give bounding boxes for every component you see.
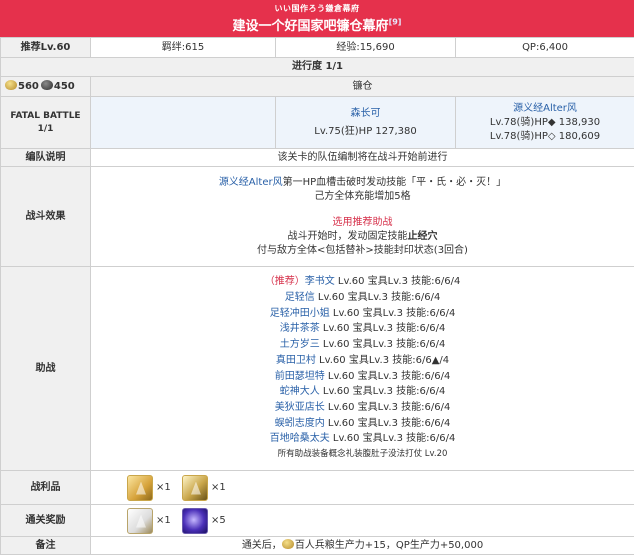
enemy-2-name[interactable]: 源义经Alter风 bbox=[456, 102, 634, 116]
support-servant-link[interactable]: 蛇神大人 bbox=[280, 386, 320, 397]
clear-items: ×1 ×5 bbox=[91, 505, 634, 537]
loot-row: 战利品 ×1 ×1 bbox=[1, 471, 634, 505]
note-text-a: 通关后， bbox=[242, 540, 282, 551]
support-item: （推荐）李书文 Lv.60 宝具Lv.3 技能:6/6/4 bbox=[91, 274, 634, 290]
formation-label: 编队说明 bbox=[1, 149, 91, 167]
fatal-row: FATAL BATTLE 1/1 森长可 Lv.75(狂)HP 127,380 … bbox=[1, 97, 634, 149]
support-servant-link[interactable]: 百地哈桑太夫 bbox=[270, 433, 330, 444]
ap-gold-value: 560 bbox=[18, 81, 39, 92]
support-item: 足轻冲田小姐 Lv.60 宝具Lv.3 技能:6/6/4 bbox=[91, 306, 634, 322]
support-servant-link[interactable]: 足轻信 bbox=[285, 292, 315, 303]
bond-value: 羁绊:615 bbox=[91, 38, 276, 58]
support-item: 蜈蚓志度内 Lv.60 宝具Lv.3 技能:6/6/4 bbox=[91, 416, 634, 432]
stats-row: 推荐Lv.60 羁绊:615 经验:15,690 QP:6,400 bbox=[1, 38, 634, 58]
effect-line-4-text: 战斗开始时，发动固定技能 bbox=[288, 231, 408, 242]
effect-line-2: 己方全体充能增加5格 bbox=[91, 190, 634, 204]
quest-subtitle: いい国作ろう鎌倉幕府 bbox=[0, 0, 634, 14]
loot-label: 战利品 bbox=[1, 471, 91, 505]
exp-value: 经验:15,690 bbox=[276, 38, 456, 58]
gold-pyramid-icon[interactable] bbox=[182, 475, 208, 501]
gold-gem-icon[interactable] bbox=[127, 475, 153, 501]
provision-icon bbox=[282, 539, 294, 549]
fatal-label-line1: FATAL BATTLE bbox=[1, 110, 90, 123]
clear-item-2-count: ×5 bbox=[211, 514, 226, 528]
support-servant-link[interactable]: 美狄亚店长 bbox=[275, 402, 325, 413]
effect-skill-name: 止经穴 bbox=[408, 231, 438, 242]
enemy-1-stats: Lv.75(狂)HP 127,380 bbox=[276, 125, 455, 139]
clear-row: 通关奖励 ×1 ×5 bbox=[1, 505, 634, 537]
gold-coin-icon bbox=[5, 80, 17, 90]
purple-orb-icon[interactable] bbox=[182, 508, 208, 534]
location: 镰仓 bbox=[91, 77, 634, 97]
formation-row: 编队说明 该关卡的队伍编制将在战斗开始前进行 bbox=[1, 149, 634, 167]
support-item: 前田瑟坦特 Lv.60 宝具Lv.3 技能:6/6/4 bbox=[91, 369, 634, 385]
quest-table: 推荐Lv.60 羁绊:615 经验:15,690 QP:6,400 进行度 1/… bbox=[0, 37, 634, 555]
support-item: 足轻信 Lv.60 宝具Lv.3 技能:6/6/4 bbox=[91, 290, 634, 306]
enemy-2-hp1: Lv.78(骑)HP◆ 138,930 bbox=[456, 116, 634, 130]
quest-header: いい国作ろう鎌倉幕府 建设一个好国家吧镰仓幕府[9] bbox=[0, 0, 634, 37]
effect-line-1-text: 第一HP血槽击破时发动技能「平・氏・必・灭！」 bbox=[283, 177, 507, 188]
enemy-1: 森长可 Lv.75(狂)HP 127,380 bbox=[276, 97, 456, 149]
support-servant-link[interactable]: 前田瑟坦特 bbox=[275, 371, 325, 382]
fatal-empty-cell bbox=[91, 97, 276, 149]
effect-line-3: 选用推荐助战 bbox=[91, 216, 634, 230]
clear-label: 通关奖励 bbox=[1, 505, 91, 537]
effect-line-5: 付与敌方全体<包括替补>技能封印状态(3回合) bbox=[91, 244, 634, 258]
progress-text: 进行度 1/1 bbox=[1, 58, 634, 77]
effect-line-4: 战斗开始时，发动固定技能止经穴 bbox=[91, 230, 634, 244]
support-item: 美狄亚店长 Lv.60 宝具Lv.3 技能:6/6/4 bbox=[91, 400, 634, 416]
qp-value: QP:6,400 bbox=[456, 38, 634, 58]
support-servant-link[interactable]: 李书文 bbox=[305, 276, 335, 287]
support-item: 土方岁三 Lv.60 宝具Lv.3 技能:6/6/4 bbox=[91, 337, 634, 353]
support-servant-link[interactable]: 足轻冲田小姐 bbox=[270, 308, 330, 319]
support-item: 浅井茶茶 Lv.60 宝具Lv.3 技能:6/6/4 bbox=[91, 321, 634, 337]
support-servant-link[interactable]: 真田卫村 bbox=[276, 355, 316, 366]
support-servant-link[interactable]: 土方岁三 bbox=[280, 339, 320, 350]
support-row: 助战 （推荐）李书文 Lv.60 宝具Lv.3 技能:6/6/4 足轻信 Lv.… bbox=[1, 267, 634, 471]
ap-cost: 560 450 bbox=[1, 77, 91, 97]
clear-item-1-count: ×1 bbox=[156, 514, 171, 528]
effect-line-1: 源义经Alter风第一HP血槽击破时发动技能「平・氏・必・灭！」 bbox=[91, 176, 634, 190]
recommend-level: 推荐Lv.60 bbox=[1, 38, 91, 58]
white-relic-icon[interactable] bbox=[127, 508, 153, 534]
formation-text: 该关卡的队伍编制将在战斗开始前进行 bbox=[91, 149, 634, 167]
loot-item-2-count: ×1 bbox=[211, 481, 226, 495]
enemy-2-hp2: Lv.78(骑)HP◇ 180,609 bbox=[456, 130, 634, 144]
support-item: 百地哈桑太夫 Lv.60 宝具Lv.3 技能:6/6/4 bbox=[91, 431, 634, 447]
loot-items: ×1 ×1 bbox=[91, 471, 634, 505]
progress-row: 进行度 1/1 bbox=[1, 58, 634, 77]
support-item: 蛇神大人 Lv.60 宝具Lv.3 技能:6/6/4 bbox=[91, 384, 634, 400]
dark-coin-icon bbox=[41, 80, 53, 90]
support-servant-link[interactable]: 浅井茶茶 bbox=[280, 323, 320, 334]
enemy-1-name[interactable]: 森长可 bbox=[276, 107, 455, 121]
effect-content: 源义经Alter风第一HP血槽击破时发动技能「平・氏・必・灭！」 己方全体充能增… bbox=[91, 167, 634, 267]
support-label: 助战 bbox=[1, 267, 91, 471]
effect-enemy-link[interactable]: 源义经Alter风 bbox=[219, 177, 283, 188]
wave-row: 560 450 镰仓 bbox=[1, 77, 634, 97]
quest-title: 建设一个好国家吧镰仓幕府[9] bbox=[0, 15, 634, 34]
ap-dark-value: 450 bbox=[54, 81, 75, 92]
support-item: 真田卫村 Lv.60 宝具Lv.3 技能:6/6▲/4 bbox=[91, 353, 634, 369]
support-footer: 所有助战装备概念礼装腹肚子没法打仗 Lv.20 bbox=[91, 447, 634, 463]
fatal-label: FATAL BATTLE 1/1 bbox=[1, 97, 91, 149]
enemy-2: 源义经Alter风 Lv.78(骑)HP◆ 138,930 Lv.78(骑)HP… bbox=[456, 97, 634, 149]
effect-label: 战斗效果 bbox=[1, 167, 91, 267]
quest-title-text: 建设一个好国家吧镰仓幕府 bbox=[233, 19, 389, 34]
fatal-label-line2: 1/1 bbox=[1, 123, 90, 136]
support-servant-link[interactable]: 蜈蚓志度内 bbox=[275, 418, 325, 429]
note-text-b: 百人兵粮生产力+15，QP生产力+50,000 bbox=[295, 540, 483, 551]
effect-row: 战斗效果 源义经Alter风第一HP血槽击破时发动技能「平・氏・必・灭！」 己方… bbox=[1, 167, 634, 267]
quest-title-note-link[interactable]: [9] bbox=[389, 18, 402, 27]
support-list: （推荐）李书文 Lv.60 宝具Lv.3 技能:6/6/4 足轻信 Lv.60 … bbox=[91, 267, 634, 471]
quest-card: いい国作ろう鎌倉幕府 建设一个好国家吧镰仓幕府[9] 推荐Lv.60 羁绊:61… bbox=[0, 0, 634, 552]
loot-item-1-count: ×1 bbox=[156, 481, 171, 495]
